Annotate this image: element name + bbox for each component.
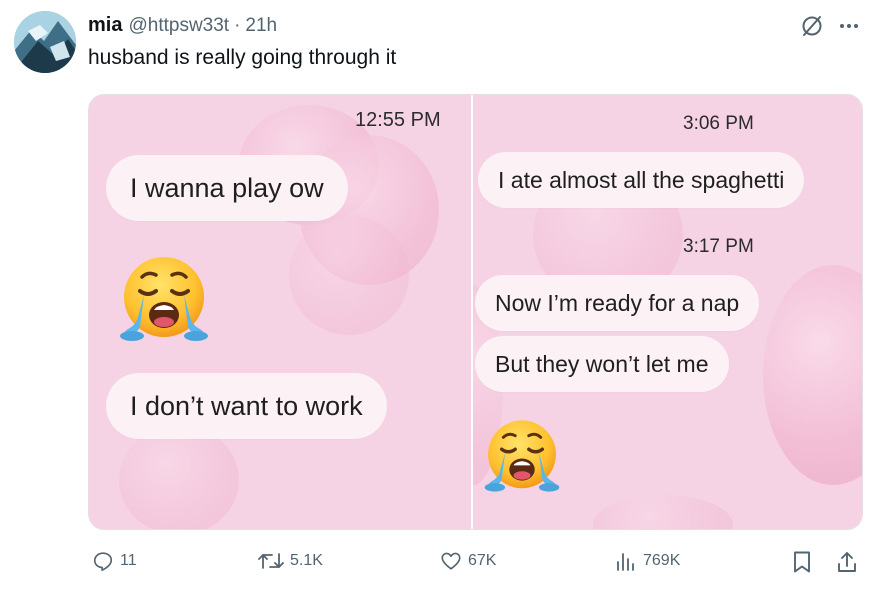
more-icon[interactable] [838, 15, 860, 37]
author-handle[interactable]: @httpsw33t [128, 15, 229, 37]
tweet-time[interactable]: 21h [245, 15, 277, 37]
reply-count: 11 [120, 552, 137, 569]
views-icon [615, 550, 637, 572]
tweet-text: husband is really going through it [88, 46, 397, 69]
screenshot-right: 3:06 PM I ate almost all the spaghetti 3… [473, 95, 862, 529]
background-blob [593, 495, 734, 529]
bookmark-button[interactable] [792, 550, 812, 574]
background-blob [289, 215, 409, 335]
repost-icon [258, 550, 284, 572]
avatar[interactable] [14, 11, 76, 73]
repost-count: 5.1K [290, 552, 323, 569]
background-blob [763, 265, 862, 485]
message-bubble: I wanna play ow [106, 155, 348, 221]
reply-button[interactable]: 11 [92, 550, 137, 572]
message-bubble: Now I’m ready for a nap [475, 275, 760, 331]
tweet-top-actions [800, 14, 860, 38]
like-button[interactable]: 67K [440, 550, 496, 572]
share-icon [836, 550, 858, 574]
bookmark-icon [792, 550, 812, 574]
repost-button[interactable]: 5.1K [258, 550, 323, 572]
crying-face-emoji [483, 417, 561, 500]
timestamp: 3:17 PM [683, 236, 754, 257]
timestamp: 12:55 PM [355, 109, 441, 131]
screenshot-left: 12:55 PM I wanna play ow I don’t want to… [89, 95, 472, 529]
background-blob [119, 425, 239, 529]
message-bubble: I don’t want to work [106, 373, 387, 439]
grok-icon[interactable] [800, 14, 824, 38]
tweet-action-bar: 11 5.1K 67K 769K [88, 550, 864, 580]
meta-separator: · [234, 15, 241, 36]
like-icon [440, 550, 462, 572]
tweet-media[interactable]: 12:55 PM I wanna play ow I don’t want to… [88, 94, 863, 530]
reply-icon [92, 550, 114, 572]
timestamp: 3:06 PM [683, 113, 754, 134]
tweet-header: mia @httpsw33t · 21h [88, 14, 277, 38]
message-bubble: I ate almost all the spaghetti [478, 152, 805, 208]
like-count: 67K [468, 552, 497, 569]
views-count: 769K [643, 552, 681, 569]
message-bubble: But they won’t let me [475, 336, 729, 392]
views-button[interactable]: 769K [615, 550, 680, 572]
author-name[interactable]: mia [88, 14, 122, 37]
crying-face-emoji [118, 253, 210, 350]
share-button[interactable] [836, 550, 858, 574]
